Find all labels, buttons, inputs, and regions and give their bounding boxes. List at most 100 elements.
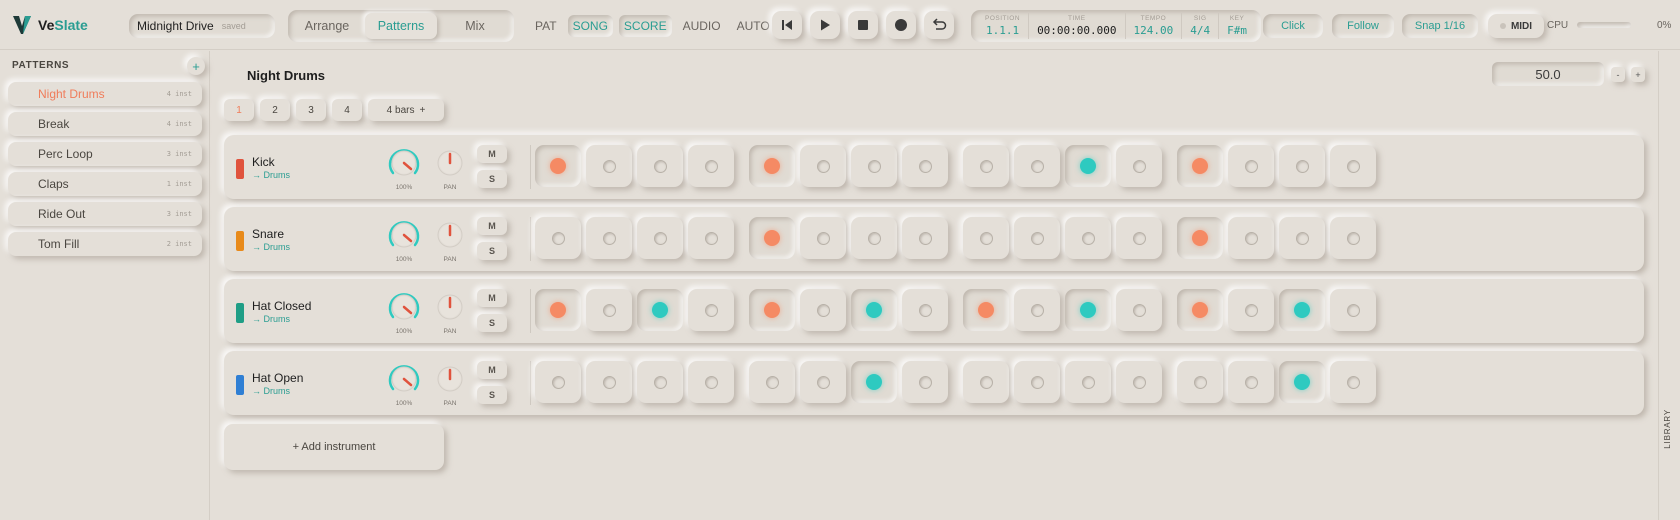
step-8[interactable]: [902, 217, 948, 259]
sidebar-item-claps[interactable]: Claps 1 inst: [8, 172, 202, 196]
step-16[interactable]: [1330, 217, 1376, 259]
volume-knob[interactable]: 100%: [384, 359, 424, 409]
mode-song[interactable]: SONG: [567, 15, 613, 37]
page-tab-4[interactable]: 4: [332, 99, 362, 121]
channel-route[interactable]: → Drums: [252, 242, 290, 252]
step-6[interactable]: [800, 361, 846, 403]
stop-button[interactable]: [848, 11, 878, 39]
add-pattern-button[interactable]: +: [187, 57, 205, 75]
pan-knob[interactable]: PAN: [430, 215, 470, 265]
sidebar-item-night-drums[interactable]: Night Drums 4 inst: [8, 82, 202, 106]
page-tab-3[interactable]: 3: [296, 99, 326, 121]
channel-color-swatch[interactable]: [236, 231, 244, 251]
play-button[interactable]: [810, 11, 840, 39]
step-2[interactable]: [586, 145, 632, 187]
solo-button[interactable]: S: [477, 170, 507, 188]
step-8[interactable]: [902, 361, 948, 403]
step-12[interactable]: [1116, 289, 1162, 331]
step-4[interactable]: [688, 361, 734, 403]
click-toggle[interactable]: Click: [1263, 14, 1323, 38]
pattern-length-button[interactable]: 4 bars +: [368, 99, 444, 121]
loop-button[interactable]: [924, 11, 954, 39]
step-14[interactable]: [1228, 289, 1274, 331]
step-11[interactable]: [1065, 217, 1111, 259]
step-1[interactable]: [535, 361, 581, 403]
channel-name[interactable]: Hat Closed: [252, 299, 311, 313]
step-10[interactable]: [1014, 145, 1060, 187]
channel-color-swatch[interactable]: [236, 303, 244, 323]
step-10[interactable]: [1014, 361, 1060, 403]
volume-knob[interactable]: 100%: [384, 143, 424, 193]
step-6[interactable]: [800, 145, 846, 187]
tab-arrange[interactable]: Arrange: [291, 13, 363, 39]
step-16[interactable]: [1330, 145, 1376, 187]
mode-pat[interactable]: PAT: [530, 15, 562, 37]
step-7[interactable]: [851, 217, 897, 259]
step-2[interactable]: [586, 361, 632, 403]
step-13[interactable]: [1177, 145, 1223, 187]
step-11[interactable]: [1065, 145, 1111, 187]
step-3[interactable]: [637, 217, 683, 259]
step-1[interactable]: [535, 289, 581, 331]
sidebar-item-break[interactable]: Break 4 inst: [8, 112, 202, 136]
mode-audio[interactable]: AUDIO: [678, 15, 726, 37]
mute-button[interactable]: M: [477, 289, 507, 307]
step-9[interactable]: [963, 145, 1009, 187]
step-4[interactable]: [688, 217, 734, 259]
step-13[interactable]: [1177, 217, 1223, 259]
tempo-readout[interactable]: TEMPO 124.00: [1126, 13, 1183, 39]
step-14[interactable]: [1228, 145, 1274, 187]
channel-color-swatch[interactable]: [236, 159, 244, 179]
step-10[interactable]: [1014, 217, 1060, 259]
pan-knob[interactable]: PAN: [430, 287, 470, 337]
channel-route[interactable]: → Drums: [252, 386, 290, 396]
step-12[interactable]: [1116, 217, 1162, 259]
mode-auto[interactable]: AUTO: [732, 15, 775, 37]
step-5[interactable]: [749, 145, 795, 187]
step-16[interactable]: [1330, 361, 1376, 403]
signature-readout[interactable]: SIG 4/4: [1182, 13, 1220, 39]
channel-route[interactable]: → Drums: [252, 170, 290, 180]
step-15[interactable]: [1279, 217, 1325, 259]
add-instrument-button[interactable]: + Add instrument: [224, 424, 444, 470]
channel-name[interactable]: Hat Open: [252, 371, 303, 385]
step-9[interactable]: [963, 361, 1009, 403]
mute-button[interactable]: M: [477, 145, 507, 163]
step-14[interactable]: [1228, 361, 1274, 403]
snap-select[interactable]: Snap 1/16: [1402, 14, 1478, 38]
step-12[interactable]: [1116, 361, 1162, 403]
page-tab-1[interactable]: 1: [224, 99, 254, 121]
step-13[interactable]: [1177, 289, 1223, 331]
page-tab-2[interactable]: 2: [260, 99, 290, 121]
channel-color-swatch[interactable]: [236, 375, 244, 395]
step-3[interactable]: [637, 361, 683, 403]
record-button[interactable]: [886, 11, 916, 39]
project-name-field[interactable]: Midnight Drive saved: [129, 14, 275, 38]
zoom-out-button[interactable]: -: [1611, 67, 1625, 82]
step-14[interactable]: [1228, 217, 1274, 259]
sidebar-item-ride-out[interactable]: Ride Out 3 inst: [8, 202, 202, 226]
step-3[interactable]: [637, 289, 683, 331]
zoom-input[interactable]: 50.0: [1492, 62, 1604, 86]
step-16[interactable]: [1330, 289, 1376, 331]
step-5[interactable]: [749, 217, 795, 259]
step-4[interactable]: [688, 289, 734, 331]
tab-mix[interactable]: Mix: [439, 13, 511, 39]
step-10[interactable]: [1014, 289, 1060, 331]
sidebar-item-perc-loop[interactable]: Perc Loop 3 inst: [8, 142, 202, 166]
step-15[interactable]: [1279, 361, 1325, 403]
step-11[interactable]: [1065, 289, 1111, 331]
step-15[interactable]: [1279, 145, 1325, 187]
step-1[interactable]: [535, 145, 581, 187]
skip-back-button[interactable]: [772, 11, 802, 39]
midi-button[interactable]: MIDI: [1488, 14, 1544, 38]
step-3[interactable]: [637, 145, 683, 187]
volume-knob[interactable]: 100%: [384, 287, 424, 337]
step-8[interactable]: [902, 145, 948, 187]
solo-button[interactable]: S: [477, 386, 507, 404]
step-8[interactable]: [902, 289, 948, 331]
sidebar-item-tom-fill[interactable]: Tom Fill 2 inst: [8, 232, 202, 256]
channel-name[interactable]: Kick: [252, 155, 275, 169]
step-6[interactable]: [800, 289, 846, 331]
step-9[interactable]: [963, 289, 1009, 331]
